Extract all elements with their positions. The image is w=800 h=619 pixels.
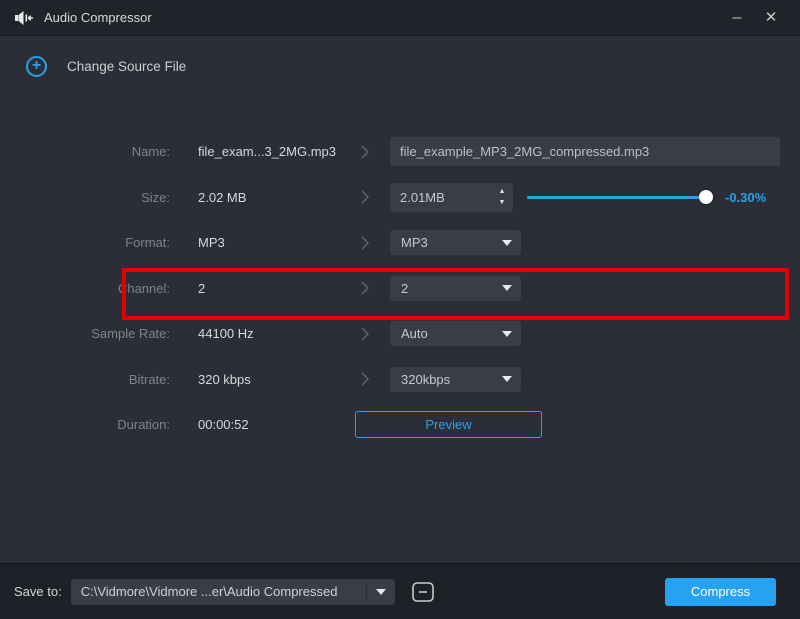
change-source-file-button[interactable]: + Change Source File (26, 56, 186, 77)
sample-rate-row: Sample Rate: 44100 Hz Auto (0, 311, 800, 357)
chevron-down-icon (502, 376, 512, 382)
duration-row: Duration: 00:00:52 Preview (0, 402, 800, 448)
sample-rate-current-value: 44100 Hz (198, 326, 340, 341)
size-slider[interactable] (527, 187, 713, 207)
size-reduction-percent: -0.30% (725, 190, 766, 205)
chevron-right-icon (340, 144, 390, 160)
target-size-input[interactable] (390, 190, 491, 205)
footer-bar: Save to: Compress (0, 563, 800, 619)
target-size-spinner: ▲ ▼ (390, 183, 513, 212)
bitrate-dropdown[interactable]: 320kbps (390, 367, 521, 392)
format-dropdown-value: MP3 (401, 235, 502, 250)
header-strip: + Change Source File (0, 36, 800, 98)
duration-current-value: 00:00:52 (198, 417, 340, 432)
slider-fill (527, 196, 706, 199)
bitrate-current-value: 320 kbps (198, 372, 340, 387)
format-label: Format: (0, 235, 170, 250)
close-button[interactable]: ✕ (754, 3, 788, 33)
sample-rate-label: Sample Rate: (0, 326, 170, 341)
chevron-right-icon (340, 235, 390, 251)
window-title: Audio Compressor (44, 10, 152, 25)
channel-dropdown[interactable]: 2 (390, 276, 521, 301)
size-row: Size: 2.02 MB ▲ ▼ -0.30% (0, 175, 800, 221)
output-name-input[interactable] (390, 137, 780, 166)
bitrate-row: Bitrate: 320 kbps 320kbps (0, 357, 800, 403)
chevron-down-icon (502, 331, 512, 337)
size-label: Size: (0, 190, 170, 205)
channel-current-value: 2 (198, 281, 340, 296)
duration-label: Duration: (0, 417, 170, 432)
minimize-button[interactable]: – (720, 3, 754, 33)
plus-circle-icon: + (26, 56, 47, 77)
slider-thumb[interactable] (699, 190, 713, 204)
form-area: Name: file_exam...3_2MG.mp3 Size: 2.02 M… (0, 98, 800, 563)
save-path-input[interactable] (71, 584, 366, 599)
size-current-value: 2.02 MB (198, 190, 340, 205)
spinner-buttons: ▲ ▼ (491, 183, 513, 212)
save-path-dropdown-button[interactable] (367, 579, 395, 605)
save-path-box (71, 579, 395, 605)
chevron-down-icon (376, 589, 386, 595)
name-label: Name: (0, 144, 170, 159)
audio-compressor-window: Audio Compressor – ✕ + Change Source Fil… (0, 0, 800, 619)
chevron-right-icon (340, 189, 390, 205)
name-row: Name: file_exam...3_2MG.mp3 (0, 129, 800, 175)
bitrate-dropdown-value: 320kbps (401, 372, 502, 387)
chevron-right-icon (340, 371, 390, 387)
format-row: Format: MP3 MP3 (0, 220, 800, 266)
sample-rate-dropdown-value: Auto (401, 326, 502, 341)
sample-rate-dropdown[interactable]: Auto (390, 321, 521, 346)
save-to-label: Save to: (14, 584, 62, 599)
chevron-right-icon (340, 326, 390, 342)
bitrate-label: Bitrate: (0, 372, 170, 387)
change-source-file-label: Change Source File (67, 59, 186, 74)
chevron-down-icon (502, 240, 512, 246)
format-current-value: MP3 (198, 235, 340, 250)
chevron-down-icon (502, 285, 512, 291)
chevron-right-icon (340, 280, 390, 296)
channel-label: Channel: (0, 281, 170, 296)
titlebar: Audio Compressor – ✕ (0, 0, 800, 36)
preview-button[interactable]: Preview (355, 411, 542, 438)
compress-button[interactable]: Compress (665, 578, 776, 606)
name-current-value: file_exam...3_2MG.mp3 (198, 144, 340, 159)
spin-down-icon[interactable]: ▼ (491, 197, 513, 208)
channel-row: Channel: 2 2 (0, 266, 800, 312)
format-dropdown[interactable]: MP3 (390, 230, 521, 255)
channel-dropdown-value: 2 (401, 281, 502, 296)
browse-folder-button[interactable] (410, 580, 436, 604)
audio-compressor-app-icon (14, 10, 34, 26)
spin-up-icon[interactable]: ▲ (491, 186, 513, 197)
